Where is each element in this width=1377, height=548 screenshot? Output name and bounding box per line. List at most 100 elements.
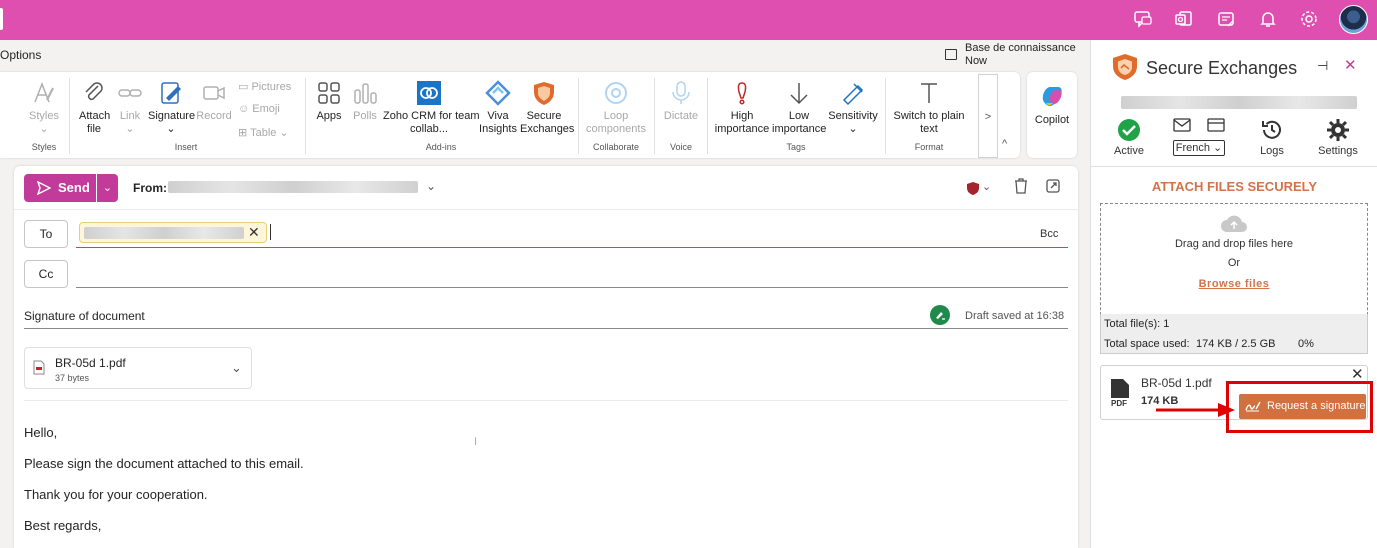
copilot-button[interactable]: Copilot: [1027, 72, 1077, 158]
styles-button[interactable]: Styles ⌄: [28, 80, 60, 136]
usage-stats: Total file(s): 1 Total space used: 174 K…: [1100, 314, 1368, 354]
loop-components-button[interactable]: Loop components: [584, 80, 648, 136]
attachment-card[interactable]: BR-05d 1.pdf 37 bytes ⌄: [24, 347, 252, 389]
sensitivity-button[interactable]: Sensitivity ⌄: [828, 80, 878, 136]
secure-exchanges-shield-icon: [534, 82, 554, 105]
user-email-redacted: [1121, 96, 1357, 109]
high-importance-button[interactable]: High importance: [714, 80, 770, 136]
logs-button[interactable]: Logs: [1255, 118, 1289, 157]
notes-icon[interactable]: [1216, 9, 1238, 31]
record-button[interactable]: Record: [196, 80, 232, 123]
text-cursor-icon: I: [474, 436, 478, 448]
loop-presence-icon[interactable]: [930, 305, 950, 330]
sensitivity-shield-icon[interactable]: [967, 182, 979, 200]
secure-exchanges-button[interactable]: Secure Exchanges: [520, 80, 574, 136]
sensitivity-chevron-icon[interactable]: ⌄: [982, 180, 991, 193]
bcc-button[interactable]: Bcc: [1040, 228, 1058, 240]
viva-insights-button[interactable]: Viva Insights: [479, 80, 517, 136]
pin-icon[interactable]: ⊣: [1317, 58, 1328, 74]
viva-label-line2: Insights: [479, 123, 517, 135]
attachment-chevron-down-icon[interactable]: ⌄: [231, 360, 242, 376]
outlook-icon[interactable]: [1174, 9, 1196, 31]
calendar-icon: [945, 49, 957, 60]
browse-files-link[interactable]: Browse files: [1101, 278, 1367, 290]
draft-status: Draft saved at 16:38: [965, 310, 1065, 322]
low-importance-line2: importance: [772, 123, 827, 135]
body-line: Please sign the document attached to thi…: [24, 456, 304, 471]
group-voice: Voice: [669, 142, 693, 152]
remove-recipient-icon[interactable]: ✕: [248, 224, 260, 241]
request-signature-button[interactable]: Request a signature: [1239, 394, 1366, 419]
app-launcher-edge[interactable]: [0, 8, 3, 30]
gear-icon[interactable]: [1299, 9, 1321, 31]
send-options-button[interactable]: ⌄: [97, 174, 118, 202]
group-styles: Styles: [31, 142, 57, 152]
from-dropdown-chevron-icon[interactable]: ⌄: [426, 179, 436, 193]
cc-button[interactable]: Cc: [24, 260, 68, 288]
pop-out-icon[interactable]: [1046, 179, 1060, 198]
red-arrow-annotation-icon: [1156, 403, 1235, 417]
text-cursor: [270, 224, 271, 240]
pdf-file-icon: [33, 360, 45, 380]
status-active[interactable]: Active: [1113, 118, 1145, 157]
pictures-label: Pictures: [251, 81, 292, 93]
total-space-value: 174 KB / 2.5 GB: [1196, 338, 1276, 350]
total-space-percent: 0%: [1298, 338, 1314, 350]
check-circle-icon: [1118, 119, 1140, 141]
settings-button[interactable]: Settings: [1315, 118, 1361, 157]
from-account-redacted[interactable]: [168, 181, 418, 193]
zoho-label-line1: Zoho CRM for team: [383, 110, 480, 122]
sensitivity-icon: [842, 83, 864, 106]
knowledge-base-title: Base de connaissance: [965, 42, 1076, 54]
zoho-crm-button[interactable]: Zoho CRM for team collab...: [383, 80, 480, 136]
total-space-label: Total space used:: [1104, 338, 1190, 350]
polls-button[interactable]: Polls: [350, 80, 380, 123]
close-panel-icon[interactable]: ✕: [1344, 56, 1357, 74]
send-label: Send: [58, 180, 90, 195]
ribbon: Styles ⌄ Styles Attach file Link ⌄ Signatu…: [0, 72, 1020, 158]
recipient-chip[interactable]: ✕: [79, 222, 267, 243]
attach-file-button[interactable]: Attach file: [76, 80, 112, 136]
compose-pane: Send ⌄ From: ⌄ ⌄ To ✕ Bcc Cc Signature o…: [14, 166, 1078, 548]
low-importance-button[interactable]: Low importance: [772, 80, 826, 136]
bell-icon[interactable]: [1258, 9, 1280, 31]
chat-icon[interactable]: [1133, 9, 1155, 31]
high-importance-line2: importance: [714, 123, 770, 135]
ribbon-scroll-right-button[interactable]: >: [978, 74, 998, 158]
request-signature-label: Request a signature: [1267, 400, 1366, 412]
apps-button[interactable]: Apps: [313, 80, 345, 123]
language-selector[interactable]: French ⌄: [1171, 118, 1227, 156]
to-field-underline: [76, 247, 1068, 248]
trash-icon[interactable]: [1014, 178, 1028, 199]
dictate-button[interactable]: Dictate: [660, 80, 702, 123]
to-button[interactable]: To: [24, 220, 68, 248]
switch-plain-text-button[interactable]: Switch to plain text: [891, 80, 967, 136]
table-icon: ⊞: [238, 127, 248, 139]
avatar[interactable]: [1339, 5, 1368, 34]
send-button[interactable]: Send: [24, 174, 96, 202]
table-button[interactable]: ⊞ Table ⌄: [238, 126, 289, 139]
switch-plain-line2: text: [920, 123, 938, 135]
secure-label-line1: Secure: [526, 110, 562, 122]
logs-label: Logs: [1260, 145, 1284, 157]
emoji-button[interactable]: ☺ Emoji: [238, 103, 280, 115]
exclamation-icon: [737, 82, 747, 105]
ribbon-collapse-button[interactable]: ^: [1002, 138, 1007, 150]
group-collaborate: Collaborate: [592, 142, 640, 152]
loop-label-line1: Loop: [603, 110, 629, 122]
subject-field[interactable]: Signature of document: [24, 309, 145, 323]
table-label: Table: [250, 127, 277, 139]
tab-options[interactable]: Options: [0, 48, 41, 62]
viva-insights-icon: [485, 80, 511, 106]
secure-label-line2: Exchanges: [520, 123, 575, 135]
viva-label-line1: Viva: [487, 110, 509, 122]
cc-field[interactable]: [76, 287, 1068, 288]
from-label: From:: [133, 181, 167, 195]
or-text: Or: [1227, 257, 1241, 269]
subject-underline: [24, 328, 1068, 329]
history-icon: [1262, 120, 1281, 139]
panel-title: Secure Exchanges: [1146, 58, 1298, 78]
link-button[interactable]: Link ⌄: [116, 80, 144, 136]
pictures-button[interactable]: ▭ Pictures: [238, 80, 291, 93]
signature-button[interactable]: Signature ⌄: [148, 80, 195, 136]
